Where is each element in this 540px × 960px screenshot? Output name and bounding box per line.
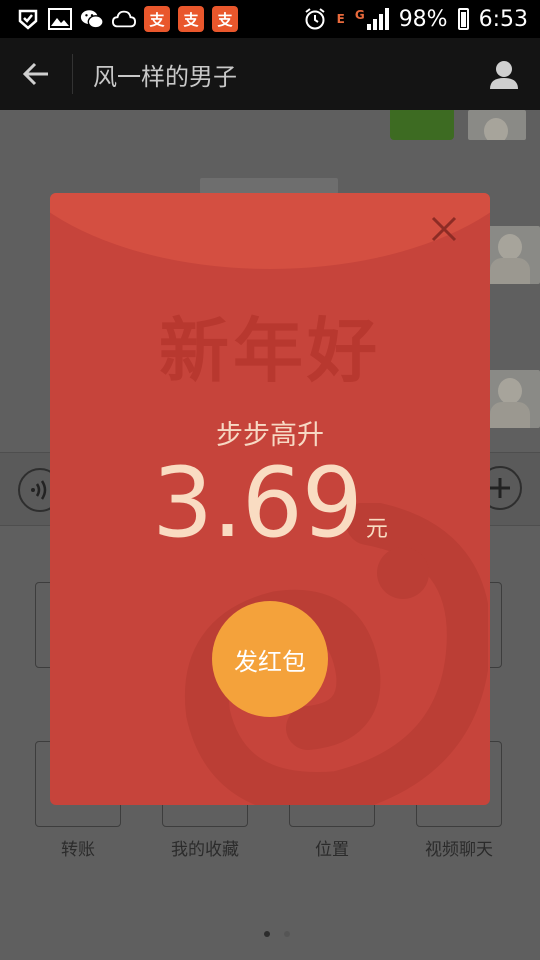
battery-icon: [457, 8, 469, 30]
send-red-packet-button[interactable]: 发红包: [212, 601, 328, 717]
chat-title: 风一样的男子: [93, 62, 237, 91]
close-icon: [431, 216, 457, 242]
shield-check-icon: [16, 7, 40, 31]
plus-icon: [490, 478, 510, 498]
close-button[interactable]: [428, 213, 460, 245]
back-arrow-icon: [22, 62, 48, 86]
alipay-notification-icon: 支: [144, 6, 170, 32]
network-g-indicator: G: [354, 8, 365, 22]
location-label: 位置: [315, 840, 349, 860]
clock: 6:53: [478, 6, 528, 32]
chat-info-button[interactable]: [468, 38, 540, 110]
amount-unit: 元: [365, 517, 388, 542]
wechat-icon: [80, 7, 104, 31]
red-packet-dialog: 新年好 步步高升 3.69 元 发红包: [50, 193, 490, 805]
packet-top-flap: [50, 193, 490, 269]
favorites-label: 我的收藏: [171, 840, 239, 860]
page-indicator-dot: [284, 931, 290, 937]
voice-icon: [31, 480, 47, 500]
avatar[interactable]: [482, 226, 540, 284]
person-icon: [490, 61, 518, 89]
avatar[interactable]: [482, 370, 540, 428]
battery-percent: 98%: [398, 6, 448, 32]
timestamp-chip: [200, 178, 338, 194]
avatar[interactable]: [468, 110, 526, 140]
alipay-notification-icon: 支: [178, 6, 204, 32]
amount-row: 3.69 元: [50, 447, 490, 559]
title-divider: [72, 54, 73, 94]
back-button[interactable]: [0, 38, 72, 110]
network-e-indicator: E: [336, 12, 345, 26]
page-indicator-dot: [264, 931, 270, 937]
status-bar: 支 支 支 E G 98% 6:53: [0, 0, 540, 38]
chat-header: 风一样的男子: [0, 38, 540, 110]
signal-icon: [366, 8, 389, 30]
gallery-icon: [48, 7, 72, 31]
alarm-icon: [303, 7, 327, 31]
sent-message-bubble[interactable]: [390, 110, 454, 140]
video-call-label: 视频聊天: [425, 840, 493, 860]
transfer-label: 转账: [61, 840, 95, 860]
cloud-icon: [112, 7, 136, 31]
alipay-notification-icon: 支: [212, 6, 238, 32]
amount-value: 3.69: [152, 447, 363, 559]
greeting-watermark: 新年好: [159, 309, 381, 392]
